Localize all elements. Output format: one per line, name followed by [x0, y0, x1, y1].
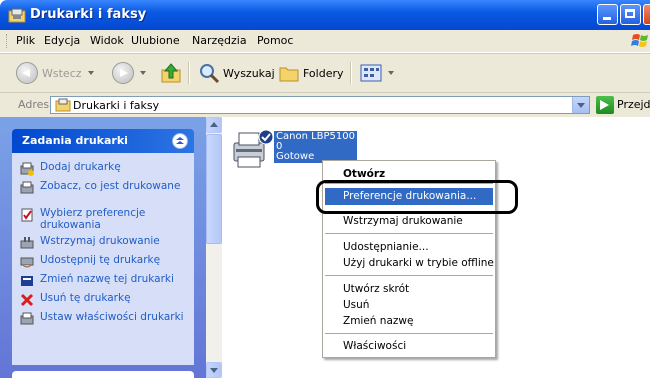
- go-arrow-icon[interactable]: [596, 96, 614, 114]
- menu-widok[interactable]: Widok: [90, 34, 124, 47]
- properties-icon: [20, 312, 34, 325]
- next-panel-header[interactable]: [12, 371, 194, 378]
- back-dropdown-icon: [87, 71, 94, 75]
- back-label: Wstecz: [42, 66, 82, 80]
- views-button[interactable]: [360, 61, 394, 85]
- task-label: Wstrzymaj drukowanie: [40, 235, 160, 247]
- up-folder-icon: [161, 63, 181, 83]
- menu-bar: Plik Edycja Widok Ulubione Narzędzia Pom…: [0, 30, 650, 53]
- window-title: Drukarki i faksy: [30, 7, 147, 22]
- go-label[interactable]: Przejdź: [617, 98, 650, 111]
- folders-button[interactable]: Foldery: [278, 61, 344, 85]
- up-folder-button[interactable]: [160, 61, 182, 85]
- views-dropdown-icon: [388, 71, 394, 75]
- task-preferences[interactable]: Wybierz preferencje drukowania: [20, 207, 190, 231]
- address-bar: Adres Drukarki i faksy Przejdź: [0, 92, 650, 117]
- views-icon: [360, 64, 382, 82]
- maximize-button[interactable]: [620, 4, 641, 25]
- scroll-down-icon[interactable]: [206, 362, 222, 378]
- address-value: Drukarki i faksy: [73, 99, 160, 112]
- scroll-up-icon[interactable]: [206, 117, 222, 133]
- close-button[interactable]: [643, 4, 650, 25]
- back-button[interactable]: Wstecz: [16, 61, 94, 85]
- menu-plik[interactable]: Plik: [16, 34, 35, 47]
- forward-icon: [112, 62, 134, 84]
- toolbar: Wstecz Wyszukaj Foldery: [0, 53, 650, 92]
- preferences-icon: [21, 208, 33, 222]
- task-pause[interactable]: Wstrzymaj drukowanie: [20, 235, 190, 250]
- menu-item-sharing[interactable]: Udostępnianie...: [343, 241, 429, 253]
- forward-dropdown-icon: [140, 71, 146, 75]
- task-label: Zobacz, co jest drukowane: [40, 180, 181, 192]
- menu-edycja[interactable]: Edycja: [44, 34, 80, 47]
- menu-item-rename[interactable]: Zmień nazwę: [343, 315, 413, 327]
- task-properties[interactable]: Ustaw właściwości drukarki: [20, 311, 190, 326]
- address-input[interactable]: Drukarki i faksy: [50, 96, 590, 114]
- delete-icon: [20, 293, 34, 307]
- task-print-queue[interactable]: Zobacz, co jest drukowane: [20, 180, 190, 195]
- add-printer-icon: [20, 162, 34, 176]
- folders-label: Foldery: [303, 66, 344, 80]
- printer-tasks-title: Zadania drukarki: [22, 134, 128, 147]
- collapse-icon[interactable]: [172, 133, 188, 149]
- task-label: Dodaj drukarkę: [40, 161, 121, 173]
- menu-item-properties[interactable]: Właściwości: [343, 340, 406, 352]
- task-share[interactable]: Udostępnij tę drukarkę: [20, 254, 190, 269]
- printer-tasks-panel: Zadania drukarki Dodaj drukarkę Zobacz, …: [12, 129, 194, 365]
- windows-logo-icon: [631, 34, 648, 47]
- share-icon: [20, 257, 34, 268]
- menu-item-create-shortcut[interactable]: Utwórz skrót: [343, 283, 409, 295]
- forward-button[interactable]: [112, 61, 146, 85]
- printers-folder-icon: [8, 8, 26, 23]
- print-queue-icon: [20, 181, 34, 194]
- printer-tasks-header[interactable]: Zadania drukarki: [12, 129, 194, 153]
- search-icon: [200, 64, 220, 84]
- task-label: Zmień nazwę tej drukarki: [40, 273, 174, 285]
- task-delete[interactable]: Usuń tę drukarkę: [20, 292, 190, 307]
- task-label: Usuń tę drukarkę: [40, 292, 131, 304]
- address-label: Adres: [18, 98, 50, 111]
- printer-tasks-list: Dodaj drukarkę Zobacz, co jest drukowane…: [12, 153, 194, 365]
- menu-item-pause-printing[interactable]: Wstrzymaj drukowanie: [343, 215, 463, 227]
- highlight-callout: [316, 180, 518, 214]
- menu-narzedzia[interactable]: Narzędzia: [192, 34, 247, 47]
- folders-icon: [279, 67, 299, 82]
- task-rename[interactable]: Zmień nazwę tej drukarki: [20, 273, 190, 288]
- menu-item-use-offline[interactable]: Użyj drukarki w trybie offline: [343, 257, 494, 269]
- menu-ulubione[interactable]: Ulubione: [131, 34, 180, 47]
- minimize-button[interactable]: [597, 4, 618, 25]
- rename-icon: [21, 276, 33, 286]
- task-pane: Zadania drukarki Dodaj drukarkę Zobacz, …: [0, 117, 206, 378]
- menu-item-open[interactable]: Otwórz: [343, 168, 385, 180]
- task-label: Ustaw właściwości drukarki: [40, 311, 184, 323]
- title-bar[interactable]: Drukarki i faksy: [0, 0, 650, 30]
- menu-pomoc[interactable]: Pomoc: [257, 34, 293, 47]
- search-button[interactable]: Wyszukaj: [198, 61, 275, 85]
- task-pane-scrollbar[interactable]: [206, 117, 222, 378]
- task-label: Wybierz preferencje drukowania: [40, 207, 146, 231]
- menu-item-delete[interactable]: Usuń: [343, 299, 369, 311]
- address-dropdown-button[interactable]: [572, 97, 589, 113]
- explorer-window: Drukarki i faksy Plik Edycja Widok Ulubi…: [0, 0, 650, 378]
- printer-icon[interactable]: [228, 129, 274, 171]
- printers-folder-icon: [55, 98, 71, 112]
- back-icon: [16, 62, 38, 84]
- printer-name: Canon LBP5100: [276, 131, 355, 142]
- menu-grip: [6, 34, 10, 48]
- pause-icon: [20, 237, 34, 249]
- search-label: Wyszukaj: [223, 66, 275, 80]
- printer-label[interactable]: Canon LBP5100 0 Gotowe: [274, 131, 357, 163]
- task-add-printer[interactable]: Dodaj drukarkę: [20, 161, 190, 176]
- task-label: Udostępnij tę drukarkę: [40, 254, 161, 266]
- scroll-thumb[interactable]: [206, 134, 222, 244]
